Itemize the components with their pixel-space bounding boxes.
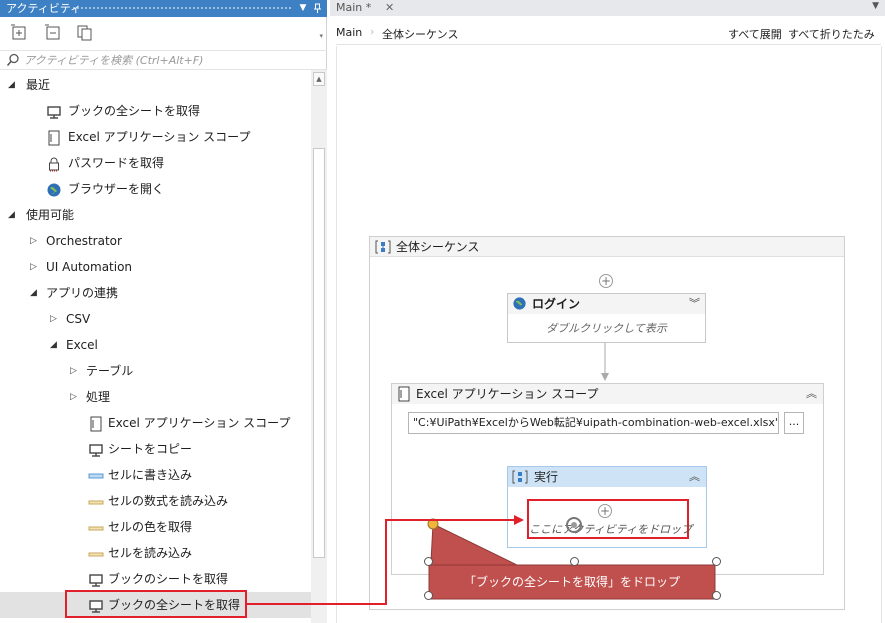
uipath-studio-window: アクティビティ ▼ ▾ アクティビティを検索 (Ctrl+Alt+F) ◢ 最近… [0, 0, 885, 623]
annotation-overlay [65, 515, 524, 618]
